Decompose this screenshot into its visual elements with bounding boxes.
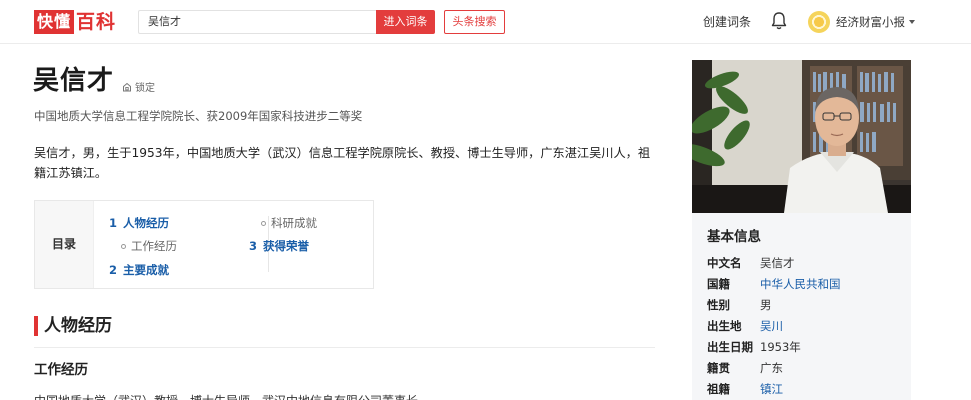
bell-icon[interactable] xyxy=(770,11,788,31)
bullet-icon xyxy=(121,244,126,249)
section-title: 人物经历 xyxy=(44,316,112,336)
toc-text: 主要成就 xyxy=(123,263,170,277)
avatar xyxy=(808,11,830,33)
logo-box: 快懂 xyxy=(34,10,75,34)
info-value-link[interactable]: 中华人民共和国 xyxy=(760,277,841,291)
section-accent-bar xyxy=(34,316,38,336)
lock-icon xyxy=(123,82,131,91)
lock-label: 锁定 xyxy=(135,83,155,94)
user-menu[interactable]: 经济财富小报 xyxy=(808,10,915,34)
toc-text: 获得荣誉 xyxy=(263,239,310,253)
toc-text: 科研成就 xyxy=(271,216,317,230)
portrait-photo[interactable] xyxy=(692,60,911,213)
info-row-ancestral-home: 祖籍 镇江 xyxy=(707,381,783,397)
enter-entry-button[interactable]: 进入词条 xyxy=(376,10,435,34)
info-value: 男 xyxy=(760,298,772,312)
info-value: 吴信才 xyxy=(760,256,795,270)
entry-summary: 吴信才，男，生于1953年，中国地质大学（武汉）信息工程学院原院长、教授、博士生… xyxy=(34,146,651,180)
toc-text: 人物经历 xyxy=(123,216,170,230)
bullet-icon xyxy=(261,221,266,226)
info-value-link[interactable]: 镇江 xyxy=(760,382,783,396)
info-row-gender: 性别 男 xyxy=(707,297,772,313)
info-key: 籍贯 xyxy=(707,361,730,375)
info-key: 出生日期 xyxy=(707,340,753,354)
username: 经济财富小报 xyxy=(836,15,905,29)
toc-number: 3 xyxy=(249,239,258,253)
toc-item-3[interactable]: 3 获得荣誉 xyxy=(249,238,309,254)
toc-label: 目录 xyxy=(35,201,94,288)
info-value-link[interactable]: 吴川 xyxy=(760,319,783,333)
info-value: 1953年 xyxy=(760,340,801,354)
toc-number: 2 xyxy=(109,263,118,277)
create-entry-link[interactable]: 创建词条 xyxy=(703,13,751,31)
info-key: 祖籍 xyxy=(707,382,730,396)
site-logo[interactable]: 快懂 百科 xyxy=(34,10,116,34)
section-divider xyxy=(34,347,655,348)
info-row-native-place: 籍贯 广东 xyxy=(707,360,783,376)
toc-subitem-work[interactable]: 工作经历 xyxy=(121,238,177,254)
toc-item-1[interactable]: 1 人物经历 xyxy=(109,215,169,231)
page-title: 吴信才 xyxy=(33,66,115,96)
top-header: 快懂 百科 吴信才 进入词条 头条搜索 创建词条 经济财富小报 xyxy=(0,0,971,44)
search-input[interactable]: 吴信才 xyxy=(138,10,376,34)
section-text: 中国地质大学（武汉）教授，博士生导师，武汉中地信息有限公司董事长 xyxy=(34,392,418,400)
info-key: 性别 xyxy=(707,298,730,312)
info-key: 中文名 xyxy=(707,256,742,270)
toc-item-2[interactable]: 2 主要成就 xyxy=(109,262,169,278)
info-value: 广东 xyxy=(760,361,783,375)
toc-subitem-research[interactable]: 科研成就 xyxy=(261,215,317,231)
toutiao-search-button[interactable]: 头条搜索 xyxy=(444,10,505,34)
table-of-contents: 目录 1 人物经历 工作经历 2 主要成就 科研成就 3 获得荣誉 xyxy=(34,200,374,289)
info-row-name: 中文名 吴信才 xyxy=(707,255,795,271)
info-row-birthplace: 出生地 吴川 xyxy=(707,318,783,334)
toc-text: 工作经历 xyxy=(131,239,177,253)
logo-text: 百科 xyxy=(76,11,117,33)
caret-down-icon xyxy=(909,20,915,24)
info-key: 出生地 xyxy=(707,319,742,333)
info-key: 国籍 xyxy=(707,277,730,291)
info-row-nationality: 国籍 中华人民共和国 xyxy=(707,276,841,292)
info-row-birthdate: 出生日期 1953年 xyxy=(707,339,801,355)
subsection-title: 工作经历 xyxy=(34,362,88,378)
toc-number: 1 xyxy=(109,216,118,230)
entry-subtitle: 中国地质大学信息工程学院院长、获2009年国家科技进步二等奖 xyxy=(34,109,363,123)
info-title: 基本信息 xyxy=(707,229,761,245)
basic-info-box: 基本信息 中文名 吴信才 国籍 中华人民共和国 性别 男 出生地 吴川 出生日期 1953… xyxy=(692,213,911,400)
lock-status: 锁定 xyxy=(122,79,155,94)
